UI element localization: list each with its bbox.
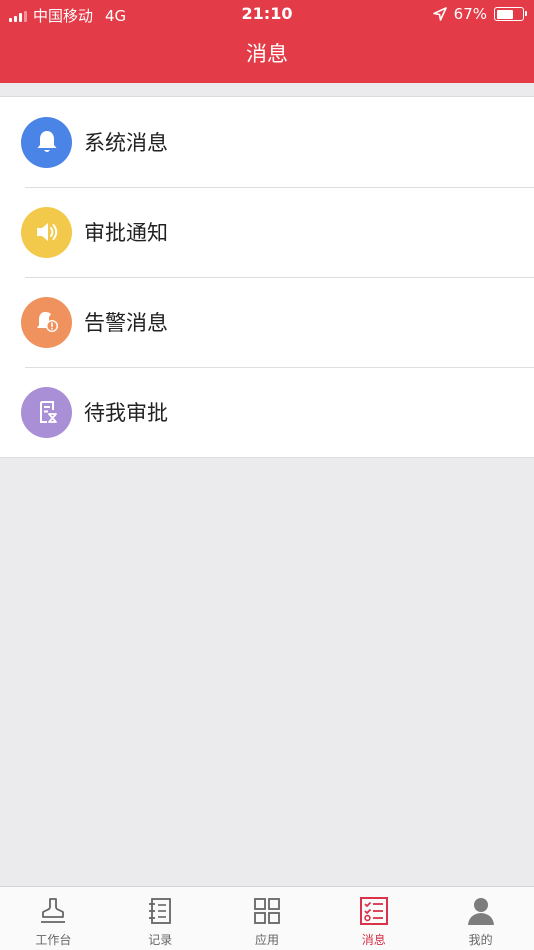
message-item-system[interactable]: 系统消息 (0, 97, 534, 187)
tab-messages[interactable]: 消息 (320, 887, 427, 950)
message-item-pending-approval[interactable]: 待我审批 (0, 367, 534, 457)
tab-label: 工作台 (35, 933, 72, 947)
message-item-label: 系统消息 (84, 131, 168, 155)
speaker-icon (21, 206, 72, 258)
message-item-alarm[interactable]: 告警消息 (0, 277, 534, 367)
app-header: 中国移动 4G 21:10 67% 消息 (0, 0, 534, 83)
tab-records[interactable]: 记录 (107, 887, 214, 950)
apps-grid-icon (254, 898, 280, 924)
status-right: 67% (432, 5, 527, 23)
battery-percent: 67% (453, 5, 487, 23)
alarm-icon (21, 296, 72, 348)
message-list-icon (359, 897, 388, 925)
battery-fill (496, 9, 514, 19)
message-category-list: 系统消息 审批通知 告警消息 待我审批 (0, 96, 534, 458)
tab-workbench[interactable]: 工作台 (0, 887, 107, 950)
tab-profile[interactable]: 我的 (427, 887, 534, 950)
workbench-icon (41, 898, 66, 923)
status-bar: 中国移动 4G 21:10 67% (0, 0, 534, 28)
pending-approval-icon (21, 386, 72, 438)
bottom-tab-bar: 工作台 记录 应用 消息 我的 (0, 886, 534, 950)
message-item-label: 告警消息 (84, 311, 168, 335)
tab-label: 应用 (254, 933, 279, 947)
tab-label: 我的 (468, 933, 493, 947)
tab-label: 消息 (361, 933, 386, 947)
bell-icon (21, 116, 72, 168)
battery-icon (494, 7, 527, 21)
page-title: 消息 (246, 42, 288, 66)
tab-apps[interactable]: 应用 (214, 887, 321, 950)
profile-icon (467, 898, 494, 925)
notebook-icon (149, 898, 172, 924)
tab-label: 记录 (148, 933, 173, 947)
message-item-label: 待我审批 (84, 401, 168, 425)
location-arrow-icon (432, 7, 447, 21)
message-item-label: 审批通知 (84, 221, 168, 245)
message-item-approval-notice[interactable]: 审批通知 (0, 187, 534, 277)
